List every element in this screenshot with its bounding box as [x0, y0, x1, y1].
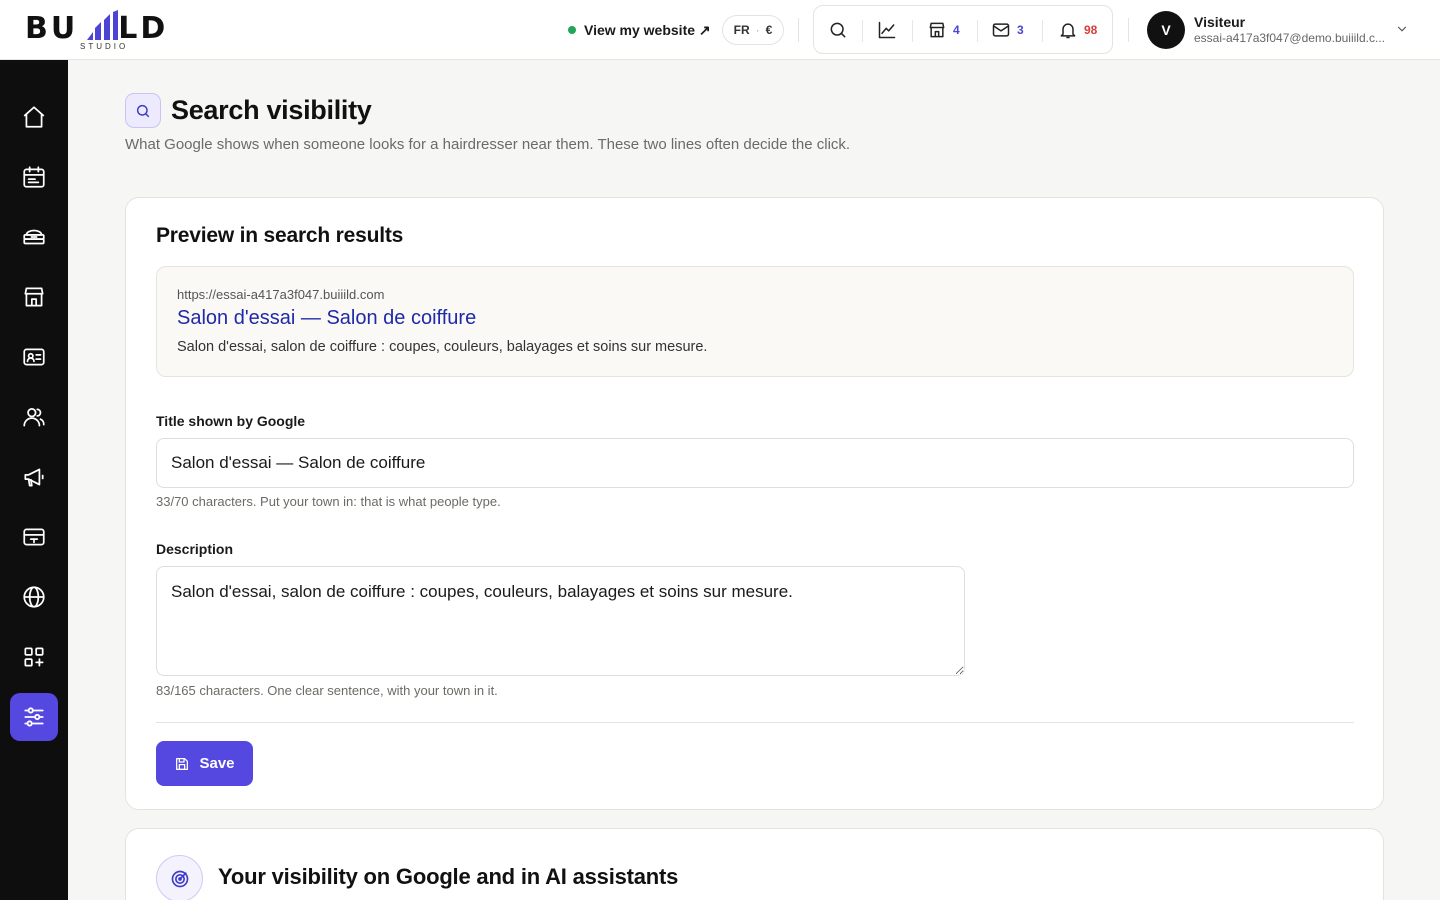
description-field-hint: 83/165 characters. One clear sentence, w…	[156, 683, 498, 698]
visibility-card: Your visibility on Google and in AI assi…	[125, 828, 1384, 900]
logo-left: BU	[25, 11, 79, 46]
seo-description-textarea[interactable]: Salon d'essai, salon de coiffure : coupe…	[156, 566, 965, 676]
avatar: V	[1147, 11, 1185, 49]
search-settings-card: Preview in search results https://essai-…	[125, 197, 1384, 810]
seo-title-input[interactable]	[156, 438, 1354, 488]
store-icon	[24, 287, 44, 307]
shop-orders-button[interactable]: 4	[927, 18, 960, 42]
user-email: essai-a417a3f047@demo.buiiild.c...	[1194, 31, 1385, 45]
settings-sliders-icon	[24, 707, 44, 727]
logo[interactable]: BU LD STUDIO	[25, 8, 185, 52]
shop-count: 4	[953, 23, 960, 37]
language-code: FR	[733, 23, 750, 37]
page-title: Search visibility	[171, 95, 372, 125]
megaphone-icon	[24, 468, 44, 487]
visibility-card-title: Your visibility on Google and in AI assi…	[218, 864, 679, 889]
bar-divider	[1042, 20, 1043, 42]
sidebar-item-clients[interactable]	[10, 393, 58, 441]
preview-result-title[interactable]: Salon d'essai — Salon de coiffure	[177, 307, 476, 330]
search-icon	[830, 22, 846, 38]
sidebar	[0, 60, 68, 900]
save-button-label: Save	[199, 755, 235, 772]
page-subtitle: What Google shows when someone looks for…	[125, 136, 851, 153]
calendar-icon	[23, 166, 45, 188]
description-field-label: Description	[156, 541, 234, 557]
search-visibility-icon-badge	[125, 93, 161, 128]
bar-divider	[912, 20, 913, 42]
logo-subtitle: STUDIO	[80, 42, 129, 51]
sidebar-item-home[interactable]	[10, 93, 58, 141]
bar-divider	[977, 20, 978, 42]
lang-separator: ·	[755, 23, 760, 37]
currency-symbol: €	[765, 23, 773, 37]
sidebar-item-website[interactable]	[10, 573, 58, 621]
sidebar-item-shop[interactable]	[10, 273, 58, 321]
save-button[interactable]: Save	[156, 741, 253, 786]
apps-icon	[24, 647, 44, 667]
header-divider	[1128, 18, 1129, 42]
bell-icon	[1060, 23, 1076, 39]
chart-line-icon	[878, 21, 896, 39]
store-icon	[929, 22, 945, 38]
user-menu[interactable]: V Visiteur essai-a417a3f047@demo.buiiild…	[1147, 11, 1417, 49]
top-bar: BU LD STUDIO View my website ↗ FR · € 4	[0, 0, 1440, 60]
services-icon	[23, 229, 45, 245]
target-icon	[171, 870, 188, 887]
user-name: Visiteur	[1194, 14, 1246, 30]
language-currency-switch[interactable]: FR · €	[722, 15, 784, 45]
globe-icon	[23, 586, 45, 608]
quick-actions-bar: 4 3 98	[813, 5, 1113, 54]
notifications-count: 98	[1084, 23, 1098, 37]
preview-url: https://essai-a417a3f047.buiiild.com	[177, 287, 385, 302]
chevron-down-icon	[1397, 26, 1407, 32]
preview-section-title: Preview in search results	[156, 224, 404, 247]
sidebar-item-payments[interactable]	[10, 513, 58, 561]
home-icon	[23, 106, 45, 128]
target-icon-badge	[156, 855, 203, 900]
notifications-button[interactable]: 98	[1058, 18, 1097, 42]
sidebar-item-contacts[interactable]	[10, 333, 58, 381]
view-website-label: View my website ↗	[584, 21, 711, 38]
title-field-hint: 33/70 characters. Put your town in: that…	[156, 494, 501, 509]
preview-result-description: Salon d'essai, salon de coiffure : coupe…	[177, 339, 708, 355]
messages-button[interactable]: 3	[991, 18, 1024, 42]
logo-bars-icon	[87, 10, 118, 40]
payment-card-icon	[23, 528, 45, 546]
logo-right: LD	[118, 11, 169, 46]
search-button[interactable]	[828, 18, 848, 42]
online-status-dot	[568, 26, 576, 34]
header-divider	[798, 18, 799, 42]
contact-card-icon	[23, 348, 45, 366]
bar-divider	[862, 20, 863, 42]
search-icon	[136, 104, 150, 117]
view-website-link[interactable]: View my website ↗	[568, 19, 711, 41]
sidebar-item-marketing[interactable]	[10, 453, 58, 501]
sidebar-item-apps[interactable]	[10, 633, 58, 681]
messages-count: 3	[1017, 23, 1024, 37]
sidebar-item-services[interactable]	[10, 213, 58, 261]
sidebar-item-settings[interactable]	[10, 693, 58, 741]
analytics-button[interactable]	[877, 18, 897, 42]
title-field-label: Title shown by Google	[156, 413, 306, 429]
mail-icon	[992, 23, 1010, 37]
floppy-disk-icon	[176, 757, 189, 770]
search-result-preview: https://essai-a417a3f047.buiiild.com Sal…	[156, 266, 1354, 377]
sidebar-item-calendar[interactable]	[10, 153, 58, 201]
form-divider	[156, 722, 1354, 723]
users-icon	[23, 408, 45, 427]
